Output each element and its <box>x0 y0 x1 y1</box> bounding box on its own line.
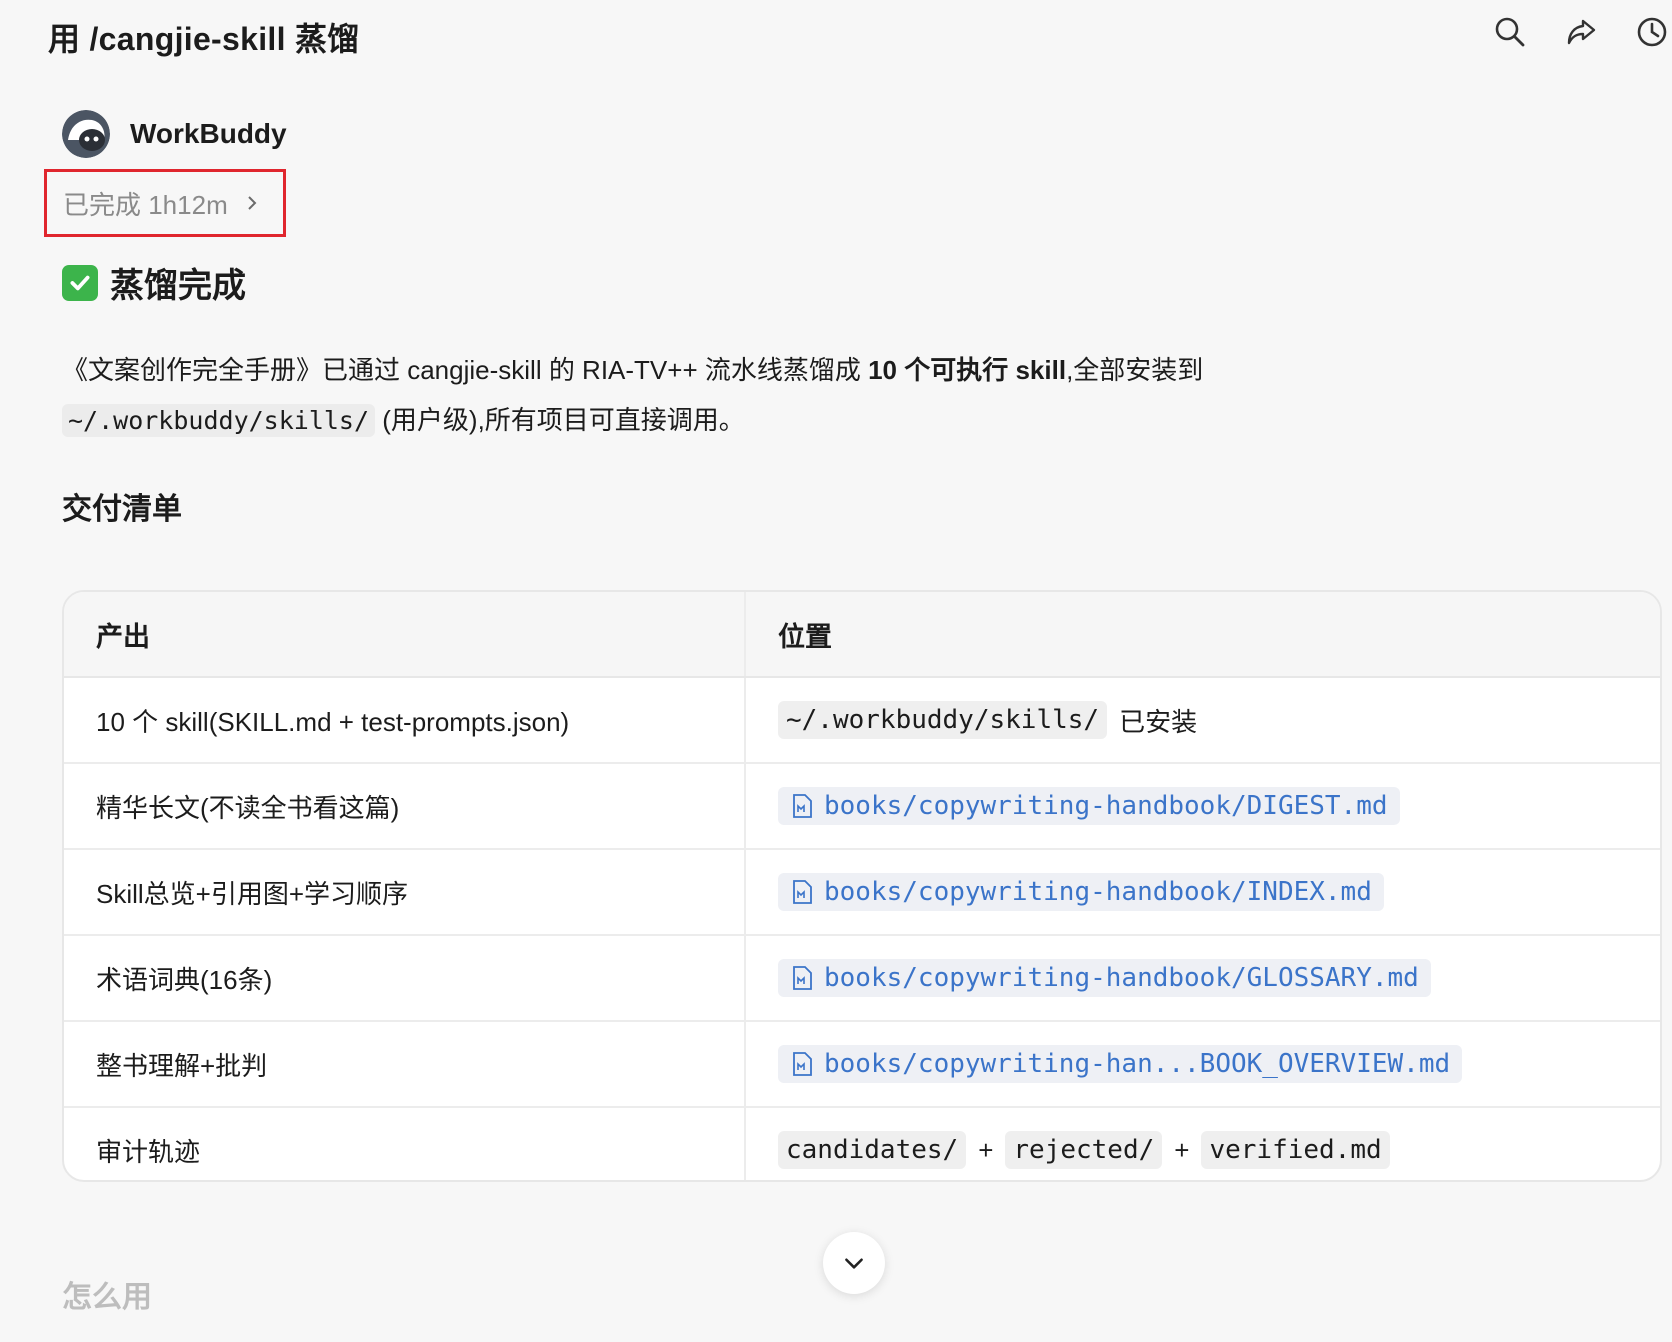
installed-label: 已安装 <box>1119 706 1198 737</box>
status-text: 已完成 1h12m <box>63 189 228 220</box>
table-row: 术语词典(16条) books/copywriting-handbook/GLO… <box>64 936 1660 1022</box>
table-row: 整书理解+批判 books/copywriting-han...BOOK_OVE… <box>64 1022 1660 1108</box>
markdown-file-icon <box>793 966 812 990</box>
share-icon[interactable] <box>1561 12 1601 52</box>
deliverables-heading: 交付清单 <box>62 493 182 526</box>
location-cell: books/copywriting-han...BOOK_OVERVIEW.md <box>746 1022 1660 1106</box>
history-icon[interactable] <box>1632 12 1672 52</box>
markdown-file-icon <box>793 880 812 904</box>
completion-heading-text: 蒸馏完成 <box>110 267 246 305</box>
table-row: Skill总览+引用图+学习顺序 books/copywriting-handb… <box>64 850 1660 936</box>
file-link[interactable]: books/copywriting-han...BOOK_OVERVIEW.md <box>778 1045 1463 1083</box>
location-cell: books/copywriting-handbook/DIGEST.md <box>746 764 1660 848</box>
agent-name: WorkBuddy <box>130 118 287 149</box>
summary-paragraph: 《文案创作完全手册》已通过 cangjie-skill 的 RIA-TV++ 流… <box>62 345 1562 446</box>
output-cell: 审计轨迹 <box>64 1108 746 1180</box>
chevron-right-icon <box>248 196 257 210</box>
search-icon[interactable] <box>1490 12 1530 52</box>
location-cell: books/copywriting-handbook/INDEX.md <box>746 850 1660 934</box>
summary-text-2: ,全部安装到 <box>1066 355 1204 385</box>
column-header-output: 产出 <box>64 592 746 676</box>
file-link[interactable]: books/copywriting-handbook/INDEX.md <box>778 873 1384 911</box>
file-link-text: books/copywriting-handbook/DIGEST.md <box>824 791 1388 821</box>
location-cell: candidates/ + rejected/ + verified.md <box>746 1108 1660 1180</box>
table-row: 精华长文(不读全书看这篇) books/copywriting-handbook… <box>64 764 1660 850</box>
summary-bold: 10 个可执行 skill <box>868 355 1067 385</box>
location-cell: ~/.workbuddy/skills/ 已安装 <box>746 678 1660 762</box>
output-cell: 术语词典(16条) <box>64 936 746 1020</box>
completion-heading: 蒸馏完成 <box>62 258 246 307</box>
file-link-text: books/copywriting-handbook/INDEX.md <box>824 877 1372 907</box>
scroll-down-button[interactable] <box>823 1232 885 1294</box>
candidates-code: candidates/ <box>778 1131 967 1169</box>
output-cell: Skill总览+引用图+学习顺序 <box>64 850 746 934</box>
table-row: 审计轨迹 candidates/ + rejected/ + verified.… <box>64 1108 1660 1180</box>
skills-path-code: ~/.workbuddy/skills/ <box>62 404 376 437</box>
page-title: 用 /cangjie-skill 蒸馏 <box>48 21 360 57</box>
markdown-file-icon <box>793 794 812 818</box>
file-link-text: books/copywriting-han...BOOK_OVERVIEW.md <box>824 1049 1451 1079</box>
output-cell: 精华长文(不读全书看这篇) <box>64 764 746 848</box>
plus-separator: + <box>978 1134 994 1165</box>
plus-separator: + <box>1174 1134 1190 1165</box>
rejected-code: rejected/ <box>1005 1131 1163 1169</box>
table-row: 10 个 skill(SKILL.md + test-prompts.json)… <box>64 678 1660 764</box>
markdown-file-icon <box>793 1052 812 1076</box>
top-bar: 用 /cangjie-skill 蒸馏 <box>0 0 1672 72</box>
file-link[interactable]: books/copywriting-handbook/GLOSSARY.md <box>778 959 1431 997</box>
output-cell: 整书理解+批判 <box>64 1022 746 1106</box>
avatar <box>62 110 110 158</box>
location-cell: books/copywriting-handbook/GLOSSARY.md <box>746 936 1660 1020</box>
skills-path-code: ~/.workbuddy/skills/ <box>778 701 1108 739</box>
agent-header: WorkBuddy <box>62 110 287 158</box>
table-header: 产出 位置 <box>64 592 1660 678</box>
column-header-location: 位置 <box>778 621 832 652</box>
summary-text-3: (用户级),所有项目可直接调用。 <box>375 405 745 435</box>
summary-text-1: 《文案创作完全手册》已通过 cangjie-skill 的 RIA-TV++ 流… <box>62 355 869 385</box>
chevron-down-icon <box>845 1258 863 1269</box>
check-icon <box>62 264 98 301</box>
deliverables-table: 产出 位置 10 个 skill(SKILL.md + test-prompts… <box>62 590 1662 1182</box>
file-link-text: books/copywriting-handbook/GLOSSARY.md <box>824 963 1419 993</box>
status-toggle[interactable]: 已完成 1h12m <box>44 169 286 237</box>
verified-code: verified.md <box>1201 1131 1390 1169</box>
output-cell: 10 个 skill(SKILL.md + test-prompts.json) <box>64 678 746 762</box>
how-to-use-heading: 怎么用 <box>62 1281 152 1314</box>
file-link[interactable]: books/copywriting-handbook/DIGEST.md <box>778 787 1400 825</box>
